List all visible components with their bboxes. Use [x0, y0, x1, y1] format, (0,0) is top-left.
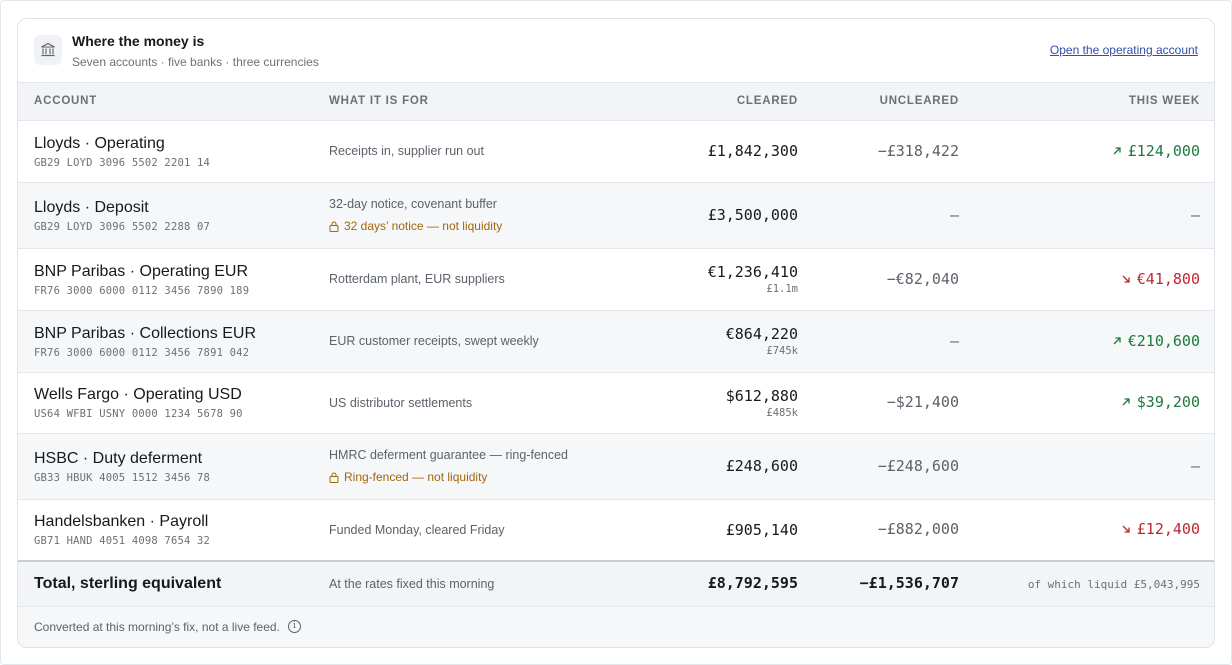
card-subtitle: Seven accounts · five banks · three curr… — [72, 55, 319, 69]
account-purpose: EUR customer receipts, swept weekly — [329, 334, 539, 348]
cleared-amount: £1,842,300 — [707, 142, 798, 160]
accounts-table: ACCOUNT WHAT IT IS FOR CLEARED UNCLEARED… — [18, 83, 1214, 607]
lock-icon — [329, 221, 339, 232]
column-header-this-week[interactable]: THIS WEEK — [959, 83, 1214, 121]
table-row[interactable]: BNP Paribas · Operating EUR FR76 3000 600… — [18, 248, 1214, 310]
uncleared-amount: −€82,040 — [886, 269, 959, 288]
account-iban: GB33 HBUK 4005 1512 3456 78 — [34, 471, 211, 484]
weekly-amount: $39,200 — [1136, 393, 1200, 411]
weekly-movement: €41,800 — [1121, 270, 1200, 288]
lock-icon — [329, 472, 339, 483]
warning-text: 32 days’ notice — not liquidity — [344, 219, 503, 233]
cleared-amount: £905,140 — [725, 520, 798, 539]
bank-icon — [34, 35, 62, 65]
account-name[interactable]: Lloyds · Operating — [34, 134, 329, 154]
open-operating-account-link[interactable]: Open the operating account — [1050, 43, 1198, 57]
account-iban: US64 WFBI USNY 0000 1234 5678 90 — [34, 408, 243, 420]
weekly-amount: — — [1190, 456, 1200, 475]
weekly-amount: €41,800 — [1136, 269, 1200, 288]
uncleared-amount: −$21,400 — [886, 393, 959, 411]
cleared-amount: €864,220 — [725, 325, 798, 343]
account-name[interactable]: Wells Fargo · Operating USD — [34, 385, 329, 405]
account-iban: GB29 LOYD 3096 5502 2201 14 — [34, 156, 211, 169]
account-name[interactable]: BNP Paribas · Operating EUR — [34, 262, 329, 282]
account-purpose: US distributor settlements — [329, 395, 473, 410]
uncleared-amount: — — [949, 331, 959, 350]
table-row[interactable]: Wells Fargo · Operating USD US64 WFBI USN… — [18, 372, 1214, 433]
account-name[interactable]: Lloyds · Deposit — [34, 198, 329, 218]
total-uncleared: −£1,536,707 — [859, 574, 959, 593]
arrow-up-right-icon — [1113, 146, 1121, 154]
cleared-amount: £248,600 — [725, 457, 798, 475]
weekly-amount: — — [1190, 205, 1200, 224]
account-name[interactable]: HSBC · Duty deferment — [34, 449, 329, 469]
liquidity-warning: Ring-fenced — not liquidity — [329, 470, 601, 484]
cleared-amount: $612,880 — [725, 386, 798, 405]
cleared-sterling-equivalent: £745k — [766, 345, 798, 357]
table-row[interactable]: Lloyds · Deposit GB29 LOYD 3096 5502 2288… — [18, 182, 1214, 248]
uncleared-amount: −£882,000 — [877, 520, 959, 539]
account-iban: GB29 LOYD 3096 5502 2288 07 — [34, 220, 211, 233]
weekly-movement: £124,000 — [1112, 142, 1200, 160]
account-iban: FR76 3000 6000 0112 3456 7890 189 — [34, 284, 250, 297]
account-purpose: HMRC deferment guarantee — ring-fenced — [329, 448, 569, 462]
arrow-up-right-icon — [1113, 336, 1121, 344]
table-row[interactable]: BNP Paribas · Collections EUR FR76 3000 6… — [18, 310, 1214, 372]
card-header: Where the money is Seven accounts · five… — [18, 19, 1214, 83]
weekly-movement: €210,600 — [1112, 332, 1200, 350]
account-purpose: Funded Monday, cleared Friday — [329, 522, 505, 537]
account-purpose: Receipts in, supplier run out — [329, 144, 484, 158]
footer-text: Converted at this morning’s fix, not a l… — [34, 619, 280, 634]
weekly-movement: $39,200 — [1121, 393, 1200, 411]
table-row[interactable]: Lloyds · Operating GB29 LOYD 3096 5502 22… — [18, 120, 1214, 182]
account-name[interactable]: Handelsbanken · Payroll — [34, 512, 329, 532]
total-row: Total, sterling equivalent At the rates … — [18, 561, 1214, 606]
total-liquid: of which liquid £5,043,995 — [1027, 577, 1200, 591]
table-header-row: ACCOUNT WHAT IT IS FOR CLEARED UNCLEARED… — [18, 83, 1214, 121]
account-iban: GB71 HAND 4051 4098 7654 32 — [34, 535, 211, 548]
total-cleared: £8,792,595 — [707, 574, 798, 593]
account-name[interactable]: BNP Paribas · Collections EUR — [34, 324, 329, 344]
uncleared-amount: — — [949, 205, 959, 224]
weekly-amount: €210,600 — [1127, 331, 1200, 350]
column-header-account[interactable]: ACCOUNT — [18, 83, 329, 121]
arrow-down-right-icon — [1122, 275, 1130, 283]
cleared-amount: €1,236,410 — [707, 263, 798, 281]
uncleared-amount: −£318,422 — [877, 141, 959, 160]
footer-note: Converted at this morning’s fix, not a l… — [18, 606, 1214, 647]
uncleared-amount: −£248,600 — [877, 456, 959, 475]
column-header-cleared[interactable]: CLEARED — [601, 83, 798, 121]
column-header-purpose[interactable]: WHAT IT IS FOR — [329, 83, 601, 121]
card-title: Where the money is — [72, 33, 205, 49]
weekly-amount: £124,000 — [1127, 141, 1200, 160]
cleared-sterling-equivalent: £485k — [766, 406, 798, 419]
account-iban: FR76 3000 6000 0112 3456 7891 042 — [34, 346, 250, 359]
account-purpose: Rotterdam plant, EUR suppliers — [329, 272, 505, 286]
arrow-up-right-icon — [1122, 398, 1130, 406]
column-header-uncleared[interactable]: UNCLEARED — [798, 83, 959, 121]
warning-text: Ring-fenced — not liquidity — [344, 470, 488, 484]
cleared-sterling-equivalent: £1.1m — [766, 283, 798, 295]
liquidity-warning: 32 days’ notice — not liquidity — [329, 219, 601, 233]
info-icon[interactable]: i — [287, 620, 301, 633]
weekly-amount: £12,400 — [1136, 520, 1200, 539]
accounts-card: Where the money is Seven accounts · five… — [17, 18, 1215, 648]
arrow-down-right-icon — [1122, 525, 1130, 533]
total-label: Total, sterling equivalent — [34, 574, 222, 592]
cleared-amount: £3,500,000 — [707, 206, 798, 224]
table-row[interactable]: HSBC · Duty deferment GB33 HBUK 4005 1512… — [18, 433, 1214, 499]
table-row[interactable]: Handelsbanken · Payroll GB71 HAND 4051 40… — [18, 499, 1214, 561]
total-note: At the rates fixed this morning — [329, 576, 495, 591]
account-purpose: 32-day notice, covenant buffer — [329, 197, 497, 211]
weekly-movement: £12,400 — [1121, 520, 1200, 538]
